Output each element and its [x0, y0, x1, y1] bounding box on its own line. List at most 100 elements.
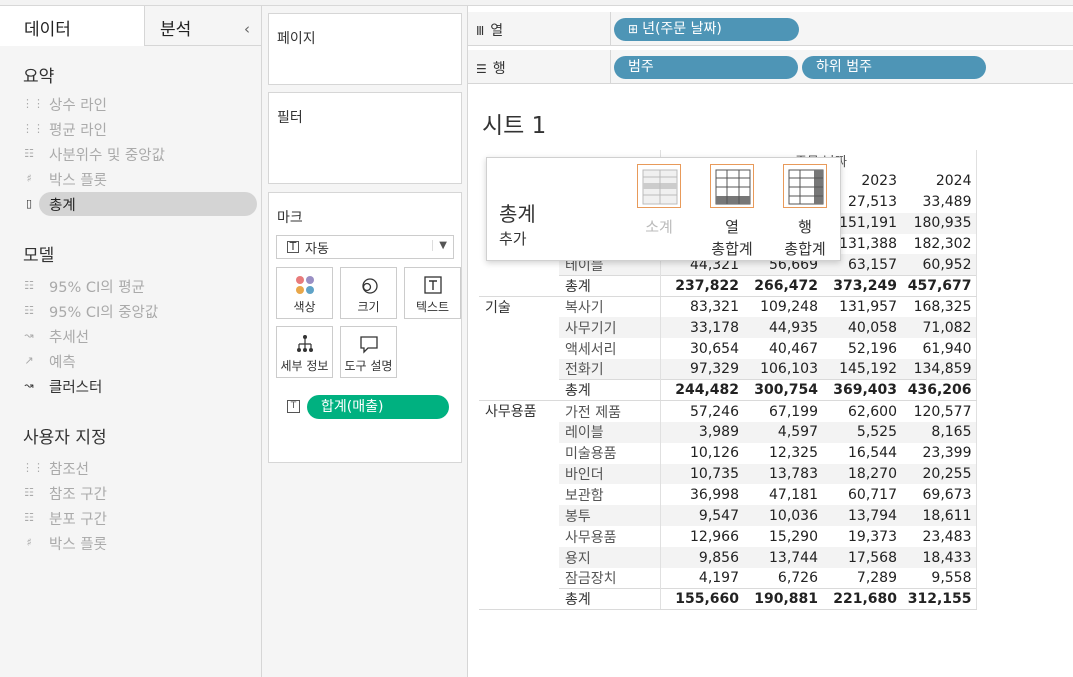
tab-data[interactable]: 데이터: [0, 6, 145, 46]
marks-text-button[interactable]: 텍스트: [404, 267, 461, 319]
marks-color-button[interactable]: 색상: [276, 267, 333, 319]
value-cell[interactable]: 131,957: [818, 296, 897, 317]
value-cell[interactable]: 83,321: [660, 296, 739, 317]
category-cell[interactable]: [479, 526, 559, 547]
total-value-cell[interactable]: 155,660: [660, 588, 739, 611]
value-cell[interactable]: 134,859: [897, 359, 977, 380]
category-cell[interactable]: [479, 547, 559, 568]
analytics-item-ci-mean[interactable]: ☷ 95% CI의 평균: [22, 275, 258, 297]
analytics-item-reference-line[interactable]: ⋮⋮ 참조선: [22, 457, 258, 479]
subcategory-cell[interactable]: 바인더: [559, 463, 661, 485]
value-cell[interactable]: 13,744: [739, 547, 818, 569]
total-value-cell[interactable]: 221,680: [818, 588, 897, 611]
total-label-cell[interactable]: 총계: [559, 379, 661, 402]
value-cell[interactable]: 4,197: [660, 568, 739, 589]
total-label-cell[interactable]: 총계: [559, 588, 661, 611]
total-value-cell[interactable]: 266,472: [739, 274, 818, 297]
row-grand-totals-option[interactable]: 행 총합계: [778, 164, 832, 260]
value-cell[interactable]: 40,058: [818, 317, 897, 339]
total-value-cell[interactable]: 312,155: [897, 588, 977, 611]
subcategory-cell[interactable]: 가전 제품: [559, 400, 661, 422]
value-cell[interactable]: 71,082: [897, 317, 977, 339]
value-cell[interactable]: 106,103: [739, 359, 818, 380]
value-cell[interactable]: 12,325: [739, 443, 818, 464]
mark-type-dropdown[interactable]: T 자동 ▼: [276, 235, 454, 259]
category-cell[interactable]: [479, 464, 559, 485]
subcategory-cell[interactable]: 전화기: [559, 359, 661, 380]
analytics-item-distribution-band[interactable]: ☷ 분포 구간: [22, 507, 258, 529]
subcategory-cell[interactable]: 용지: [559, 547, 661, 569]
pill-subcategory[interactable]: 하위 범주: [802, 56, 986, 79]
value-cell[interactable]: 33,178: [660, 317, 739, 339]
subcategory-cell[interactable]: 미술용품: [559, 442, 661, 464]
value-cell[interactable]: 18,433: [897, 547, 977, 569]
subcategory-cell[interactable]: 보관함: [559, 484, 661, 506]
value-cell[interactable]: 44,935: [739, 317, 818, 339]
value-cell[interactable]: 4,597: [739, 421, 818, 443]
value-cell[interactable]: 13,794: [818, 505, 897, 527]
total-value-cell[interactable]: 244,482: [660, 379, 739, 402]
value-cell[interactable]: 109,248: [739, 296, 818, 317]
value-cell[interactable]: 17,568: [818, 547, 897, 569]
subcategory-cell[interactable]: 잠금장치: [559, 568, 661, 589]
pill-year-order-date[interactable]: ⊞ 년(주문 날짜): [614, 18, 799, 41]
value-cell[interactable]: 9,547: [660, 505, 739, 527]
value-cell[interactable]: 19,373: [818, 526, 897, 547]
analytics-item-average-line[interactable]: ⋮⋮ 평균 라인: [22, 118, 258, 140]
value-cell[interactable]: 20,255: [897, 463, 977, 485]
value-cell[interactable]: 3,989: [660, 421, 739, 443]
subtotals-option[interactable]: 소계: [632, 164, 686, 238]
value-cell[interactable]: 5,525: [818, 421, 897, 443]
subcategory-cell[interactable]: 레이블: [559, 421, 661, 443]
analytics-item-constant-line[interactable]: ⋮⋮ 상수 라인: [22, 93, 258, 115]
value-cell[interactable]: 61,940: [897, 338, 977, 360]
column-grand-totals-option[interactable]: 열 총합계: [705, 164, 759, 260]
value-cell[interactable]: 168,325: [897, 296, 977, 318]
value-cell[interactable]: 16,544: [818, 443, 897, 464]
value-cell[interactable]: 30,654: [660, 338, 739, 359]
value-cell[interactable]: 97,329: [660, 359, 739, 380]
value-cell[interactable]: 15,290: [739, 526, 818, 547]
total-value-cell[interactable]: 190,881: [739, 588, 818, 611]
value-cell[interactable]: 182,302: [897, 233, 977, 255]
value-cell[interactable]: 180,935: [897, 212, 977, 234]
total-value-cell[interactable]: 457,677: [897, 274, 977, 297]
value-cell[interactable]: 8,165: [897, 421, 977, 443]
total-value-cell[interactable]: 237,822: [660, 274, 739, 297]
value-cell[interactable]: 10,036: [739, 505, 818, 527]
value-cell[interactable]: 23,399: [897, 442, 977, 464]
subcategory-cell[interactable]: 복사기: [559, 296, 661, 318]
value-cell[interactable]: 36,998: [660, 484, 739, 505]
marks-tooltip-button[interactable]: 도구 설명: [340, 326, 397, 378]
value-cell[interactable]: 145,192: [818, 359, 897, 380]
category-cell[interactable]: 사무용품: [479, 401, 559, 422]
total-value-cell[interactable]: 373,249: [818, 274, 897, 297]
analytics-item-box-plot[interactable]: ♯ 박스 플롯: [22, 168, 258, 190]
value-cell[interactable]: 62,600: [818, 401, 897, 422]
total-value-cell[interactable]: 369,403: [818, 379, 897, 402]
value-cell[interactable]: 18,611: [897, 505, 977, 527]
tab-analysis[interactable]: 분석: [160, 6, 191, 45]
subcategory-cell[interactable]: 사무기기: [559, 317, 661, 339]
category-cell[interactable]: [479, 443, 559, 464]
value-cell[interactable]: 57,246: [660, 401, 739, 422]
analytics-item-totals[interactable]: ▯ 총계: [22, 192, 258, 216]
marks-size-button[interactable]: 크기: [340, 267, 397, 319]
category-cell[interactable]: [479, 359, 559, 380]
total-value-cell[interactable]: 300,754: [739, 379, 818, 402]
measure-pill-sum-sales[interactable]: 합계(매출): [307, 395, 449, 419]
category-cell[interactable]: [479, 422, 559, 443]
value-cell[interactable]: 60,717: [818, 484, 897, 505]
value-cell[interactable]: 7,289: [818, 568, 897, 589]
collapse-pane-icon[interactable]: ‹: [244, 20, 250, 38]
marks-detail-button[interactable]: 세부 정보: [276, 326, 333, 378]
analytics-item-reference-band[interactable]: ☷ 참조 구간: [22, 482, 258, 504]
category-cell[interactable]: [479, 317, 559, 338]
analytics-item-quartiles-median[interactable]: ☷ 사분위수 및 중앙값: [22, 143, 258, 165]
total-value-cell[interactable]: 436,206: [897, 379, 977, 402]
value-cell[interactable]: 6,726: [739, 568, 818, 589]
filters-card[interactable]: 필터: [268, 92, 462, 184]
pages-card[interactable]: 페이지: [268, 13, 462, 85]
analytics-item-forecast[interactable]: ↗ 예측: [22, 350, 258, 372]
year-header[interactable]: 2024: [897, 170, 977, 192]
